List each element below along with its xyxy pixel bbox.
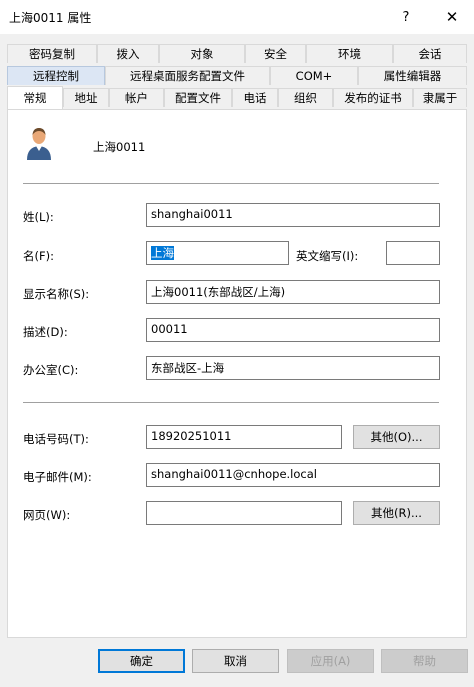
web-page-other-button[interactable]: 其他(R)... <box>353 501 440 525</box>
email-label: 电子邮件(M): <box>23 470 92 484</box>
separator-top <box>23 183 439 184</box>
tab-strip: 密码复制 拨入 对象 安全 环境 会话 远程控制 远程桌面服务配置文件 COM+… <box>0 34 474 110</box>
web-page-field[interactable] <box>146 501 342 525</box>
email-field[interactable]: shanghai0011@cnhope.local <box>146 463 440 487</box>
general-tab-panel: 上海0011 姓(L): shanghai0011 名(F): 上海 英文缩写(… <box>7 109 467 638</box>
tab-telephones[interactable]: 电话 <box>232 88 278 107</box>
tab-environment[interactable]: 环境 <box>306 44 393 63</box>
tab-object[interactable]: 对象 <box>159 44 245 63</box>
phone-other-button[interactable]: 其他(O)... <box>353 425 440 449</box>
initials-field[interactable] <box>386 241 440 265</box>
user-avatar-icon <box>27 128 51 160</box>
surname-label: 姓(L): <box>23 210 54 224</box>
tab-address[interactable]: 地址 <box>63 88 109 107</box>
given-name-field[interactable]: 上海 <box>146 241 289 265</box>
tab-com-plus[interactable]: COM+ <box>270 66 358 85</box>
description-label: 描述(D): <box>23 325 68 339</box>
title-bar: 上海0011 属性 ? ✕ <box>0 0 474 34</box>
tab-member-of[interactable]: 隶属于 <box>413 88 467 107</box>
office-field[interactable]: 东部战区-上海 <box>146 356 440 380</box>
surname-field[interactable]: shanghai0011 <box>146 203 440 227</box>
user-display-name: 上海0011 <box>93 140 146 154</box>
display-name-field[interactable]: 上海0011(东部战区/上海) <box>146 280 440 304</box>
tab-dial-in[interactable]: 拨入 <box>97 44 159 63</box>
tab-sessions[interactable]: 会话 <box>393 44 467 63</box>
window-title: 上海0011 属性 <box>9 11 92 25</box>
tab-attribute-editor[interactable]: 属性编辑器 <box>358 66 467 85</box>
tab-account[interactable]: 帐户 <box>109 88 164 107</box>
tab-published-certificates[interactable]: 发布的证书 <box>333 88 413 107</box>
initials-label: 英文缩写(I): <box>296 249 359 263</box>
tab-general[interactable]: 常规 <box>7 86 63 109</box>
given-name-value: 上海 <box>151 246 174 260</box>
phone-label: 电话号码(T): <box>23 432 89 446</box>
tab-profile[interactable]: 配置文件 <box>164 88 232 107</box>
description-field[interactable]: 00011 <box>146 318 440 342</box>
separator-middle <box>23 402 439 403</box>
phone-field[interactable]: 18920251011 <box>146 425 342 449</box>
help-button[interactable]: ? <box>386 0 426 34</box>
web-page-label: 网页(W): <box>23 508 71 522</box>
tab-organization[interactable]: 组织 <box>278 88 333 107</box>
help-footer-button[interactable]: 帮助 <box>381 649 468 673</box>
tab-remote-control[interactable]: 远程控制 <box>7 66 105 85</box>
close-button[interactable]: ✕ <box>432 0 472 34</box>
tab-password-replication[interactable]: 密码复制 <box>7 44 97 63</box>
display-name-label: 显示名称(S): <box>23 287 90 301</box>
given-name-label: 名(F): <box>23 249 54 263</box>
cancel-button[interactable]: 取消 <box>192 649 279 673</box>
office-label: 办公室(C): <box>23 363 79 377</box>
ok-button[interactable]: 确定 <box>98 649 185 673</box>
tab-rds-profile[interactable]: 远程桌面服务配置文件 <box>105 66 270 85</box>
apply-button[interactable]: 应用(A) <box>287 649 374 673</box>
tab-security[interactable]: 安全 <box>245 44 306 63</box>
